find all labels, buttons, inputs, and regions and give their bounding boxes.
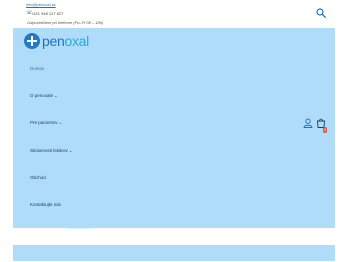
nav-item-shop[interactable]: Obchod	[30, 175, 46, 180]
chevron-down-icon[interactable]: ⌄	[59, 120, 63, 125]
medical-cross-icon	[24, 33, 40, 49]
top-bar: info@penoxal.sk ☏ +421 948 127 627 Odpov…	[0, 0, 350, 28]
email-link[interactable]: info@penoxal.sk	[26, 2, 56, 7]
logo-text: penoxal	[42, 33, 89, 49]
nav-item-contact[interactable]: Kontaktujte nás	[30, 202, 61, 207]
chevron-down-icon[interactable]: ⌄	[69, 148, 73, 153]
nav-item-label: Pre pacientov	[30, 120, 58, 125]
nav-item-label: Kontaktujte nás	[30, 202, 62, 207]
logo-text-pen: pen	[42, 33, 65, 49]
nav-item-doctors[interactable]: Skúsenosti lekárov⌄	[30, 148, 73, 154]
nav-item-label: Skúsenosti lekárov	[30, 148, 68, 153]
nav-item-about[interactable]: O penoxale⌄	[30, 93, 58, 99]
opening-hours: Odpoveďáme pri telefone (Po–Pi 08 – 18h)	[27, 20, 104, 25]
bottom-bar	[13, 245, 335, 261]
chevron-down-icon[interactable]: ⌄	[54, 93, 58, 98]
search-icon[interactable]	[316, 8, 326, 18]
user-icon[interactable]	[303, 118, 313, 128]
menu-wave-edge	[13, 196, 335, 229]
nav-item-home[interactable]: Domov	[30, 66, 44, 71]
cart-count-badge: 0	[323, 127, 327, 133]
nav-item-label: Domov	[30, 66, 45, 71]
nav-item-label: O penoxale	[30, 93, 54, 98]
phone-number[interactable]: +421 948 127 627	[31, 11, 63, 16]
logo-text-oxal: oxal	[64, 33, 89, 49]
nav-item-label: Obchod	[30, 175, 46, 180]
nav-item-patients[interactable]: Pre pacientov⌄	[30, 120, 62, 126]
